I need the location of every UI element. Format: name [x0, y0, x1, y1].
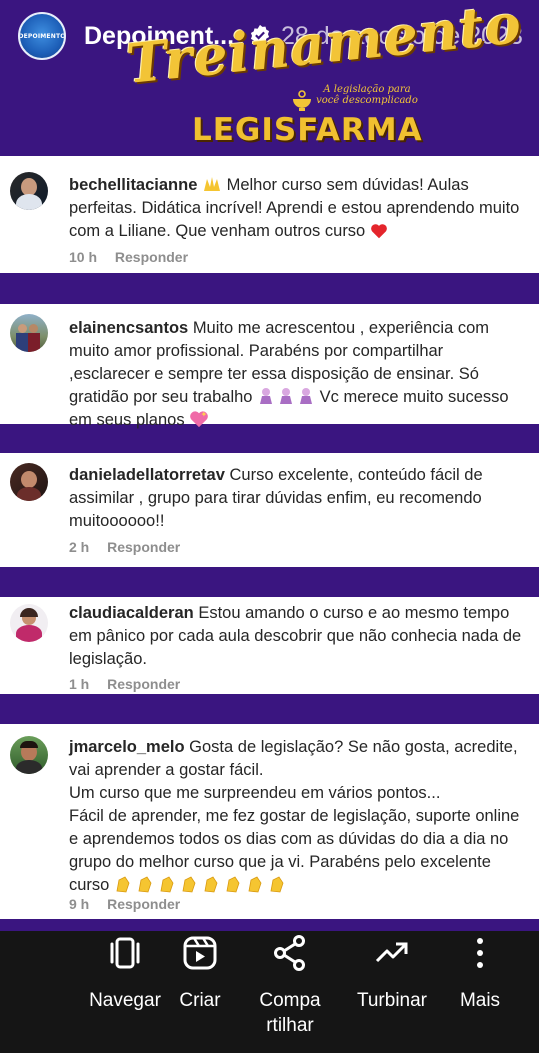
- sparkling-heart-icon: [190, 411, 209, 428]
- create-button[interactable]: Criar: [174, 931, 226, 1053]
- comment-card: danieladellatorretav Curso excelente, co…: [0, 453, 539, 567]
- comment-body-line2: Um curso que me surpreendeu em vários po…: [69, 784, 441, 802]
- boost-button[interactable]: Turbinar: [348, 931, 436, 1053]
- avatar[interactable]: [10, 736, 48, 774]
- share-label: Compa rtilhar: [259, 990, 321, 1036]
- brand-subtitle: LEGISFARMA: [192, 112, 423, 148]
- post-header: DEPOIMENTO Depoiment... 28 de agosto de …: [0, 0, 539, 156]
- comment-username[interactable]: jmarcelo_melo: [69, 738, 185, 756]
- comment-card: claudiacalderan Estou amando o curso e a…: [0, 597, 539, 694]
- logo-text: DEPOIMENTO: [18, 32, 66, 40]
- bottom-action-bar: Navegar Criar Compa rtilhar Turbinar Mai…: [0, 931, 539, 1053]
- more-vertical-icon: [477, 938, 483, 968]
- comment-meta: 10 h Responder: [69, 249, 188, 265]
- pharmacy-bowl-icon: [293, 90, 311, 111]
- clapping-hands-icon: [116, 876, 284, 893]
- share-button[interactable]: Compa rtilhar: [252, 931, 328, 1053]
- comment-text: jmarcelo_melo Gosta de legislação? Se nã…: [69, 736, 525, 897]
- comment-meta: 1 h Responder: [69, 676, 180, 692]
- account-avatar[interactable]: DEPOIMENTO: [18, 12, 66, 60]
- create-reel-icon: [183, 936, 217, 970]
- boost-label: Turbinar: [356, 990, 428, 1011]
- avatar[interactable]: [10, 463, 48, 501]
- comment-time: 9 h: [69, 896, 90, 912]
- comment-username[interactable]: danieladellatorretav: [69, 466, 225, 484]
- browse-button[interactable]: Navegar: [84, 931, 166, 1053]
- comment-meta: 2 h Responder: [69, 539, 180, 555]
- comment-username[interactable]: elainencsantos: [69, 319, 188, 337]
- boost-trend-icon: [375, 942, 408, 963]
- reply-button[interactable]: Responder: [107, 896, 180, 912]
- comment-time: 10 h: [69, 249, 98, 265]
- browse-label: Navegar: [89, 990, 161, 1011]
- comment-username[interactable]: claudiacalderan: [69, 604, 194, 622]
- more-label: Mais: [459, 990, 501, 1011]
- create-label: Criar: [179, 990, 221, 1011]
- comment-card: elainencsantos Muito me acrescentou , ex…: [0, 304, 539, 429]
- comment-time: 2 h: [69, 539, 90, 555]
- avatar[interactable]: [10, 314, 48, 352]
- comment-text: danieladellatorretav Curso excelente, co…: [69, 464, 525, 533]
- brand-tagline: A legislação para você descomplicado: [316, 84, 418, 106]
- woman-bowing-icon: [260, 388, 313, 404]
- comment-meta: 9 h Responder: [69, 896, 180, 912]
- comment-text: claudiacalderan Estou amando o curso e a…: [69, 602, 525, 671]
- browse-icon: [110, 937, 140, 969]
- comment-card: jmarcelo_melo Gosta de legislação? Se nã…: [0, 724, 539, 919]
- reply-button[interactable]: Responder: [107, 539, 180, 555]
- reply-button[interactable]: Responder: [107, 676, 180, 692]
- avatar[interactable]: [10, 604, 48, 642]
- red-heart-icon: [370, 224, 387, 239]
- share-icon: [274, 935, 305, 971]
- comment-card: bechellitacianne Melhor curso sem dúvida…: [0, 156, 539, 273]
- comment-time: 1 h: [69, 676, 90, 692]
- comment-text: elainencsantos Muito me acrescentou , ex…: [69, 317, 525, 432]
- avatar[interactable]: [10, 172, 48, 210]
- comment-username[interactable]: bechellitacianne: [69, 176, 197, 194]
- raising-hands-icon: [203, 177, 220, 191]
- brand-title: Treinamento: [123, 0, 525, 96]
- reply-button[interactable]: Responder: [115, 249, 188, 265]
- more-button[interactable]: Mais: [452, 931, 508, 1053]
- comment-text: bechellitacianne Melhor curso sem dúvida…: [69, 174, 525, 243]
